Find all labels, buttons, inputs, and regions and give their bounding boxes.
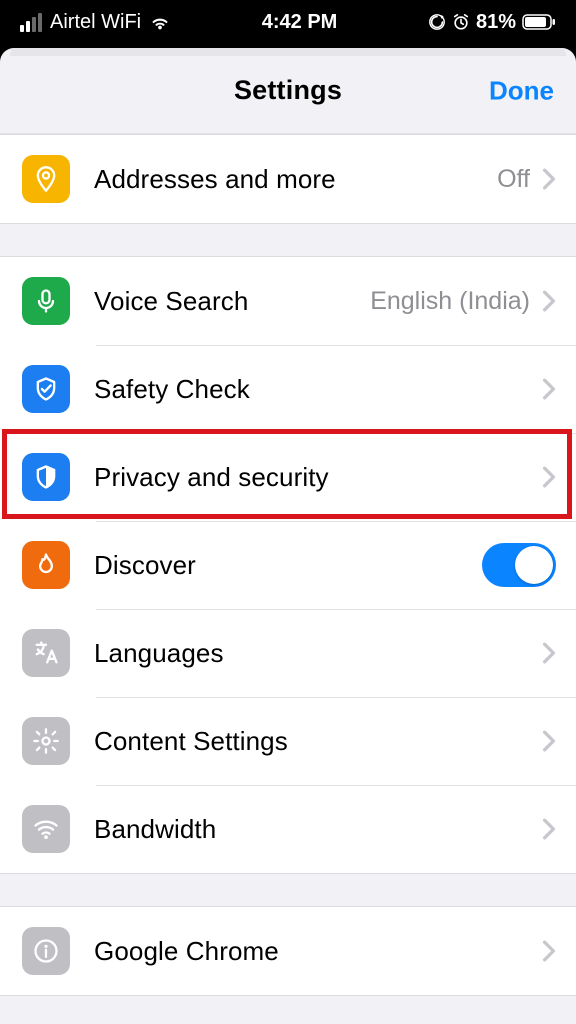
row-label: Voice Search — [94, 286, 370, 317]
row-label: Bandwidth — [94, 814, 542, 845]
row-google-chrome[interactable]: Google Chrome — [0, 907, 576, 995]
orientation-lock-icon — [428, 13, 446, 31]
status-time: 4:42 PM — [262, 11, 338, 34]
battery-icon — [522, 14, 556, 30]
translate-icon — [22, 629, 70, 677]
chevron-right-icon — [542, 466, 556, 488]
microphone-icon — [22, 277, 70, 325]
row-voice-search[interactable]: Voice Search English (India) — [0, 257, 576, 345]
flame-icon — [22, 541, 70, 589]
row-label: Discover — [94, 550, 482, 581]
battery-percent: 81% — [476, 11, 516, 34]
done-button[interactable]: Done — [489, 75, 554, 106]
chevron-right-icon — [542, 642, 556, 664]
cell-signal-icon — [20, 13, 42, 32]
row-label: Privacy and security — [94, 462, 542, 493]
row-languages[interactable]: Languages — [0, 609, 576, 697]
chevron-right-icon — [542, 940, 556, 962]
location-pin-icon — [22, 155, 70, 203]
alarm-icon — [452, 13, 470, 31]
row-safety-check[interactable]: Safety Check — [0, 345, 576, 433]
chevron-right-icon — [542, 290, 556, 312]
page-title: Settings — [234, 75, 342, 106]
chevron-right-icon — [542, 378, 556, 400]
row-privacy-security[interactable]: Privacy and security — [0, 433, 576, 521]
row-bandwidth[interactable]: Bandwidth — [0, 785, 576, 873]
row-discover[interactable]: Discover — [0, 521, 576, 609]
chevron-right-icon — [542, 730, 556, 752]
shield-half-icon — [22, 453, 70, 501]
row-addresses[interactable]: Addresses and more Off — [0, 135, 576, 223]
settings-sheet: Settings Done Addresses and more Off Voi… — [0, 48, 576, 1024]
row-detail: Off — [497, 165, 530, 194]
settings-group-autofill: Addresses and more Off — [0, 134, 576, 224]
status-bar: Airtel WiFi 4:42 PM 81% — [0, 0, 576, 48]
settings-group-main: Voice Search English (India) Safety Chec… — [0, 256, 576, 874]
carrier-label: Airtel WiFi — [50, 11, 141, 34]
device-frame: Airtel WiFi 4:42 PM 81% — [0, 0, 576, 1024]
shield-check-icon — [22, 365, 70, 413]
row-detail: English (India) — [370, 287, 530, 316]
wifi-icon — [149, 13, 171, 31]
discover-toggle[interactable] — [482, 543, 556, 587]
chevron-right-icon — [542, 168, 556, 190]
row-label: Google Chrome — [94, 936, 542, 967]
nav-bar: Settings Done — [0, 48, 576, 134]
status-right: 81% — [428, 11, 556, 34]
wifi-signal-icon — [22, 805, 70, 853]
row-label: Safety Check — [94, 374, 542, 405]
chevron-right-icon — [542, 818, 556, 840]
settings-group-about: Google Chrome — [0, 906, 576, 996]
row-label: Content Settings — [94, 726, 542, 757]
row-label: Languages — [94, 638, 542, 669]
info-icon — [22, 927, 70, 975]
gear-icon — [22, 717, 70, 765]
row-content-settings[interactable]: Content Settings — [0, 697, 576, 785]
status-left: Airtel WiFi — [20, 11, 171, 34]
row-label: Addresses and more — [94, 164, 497, 195]
